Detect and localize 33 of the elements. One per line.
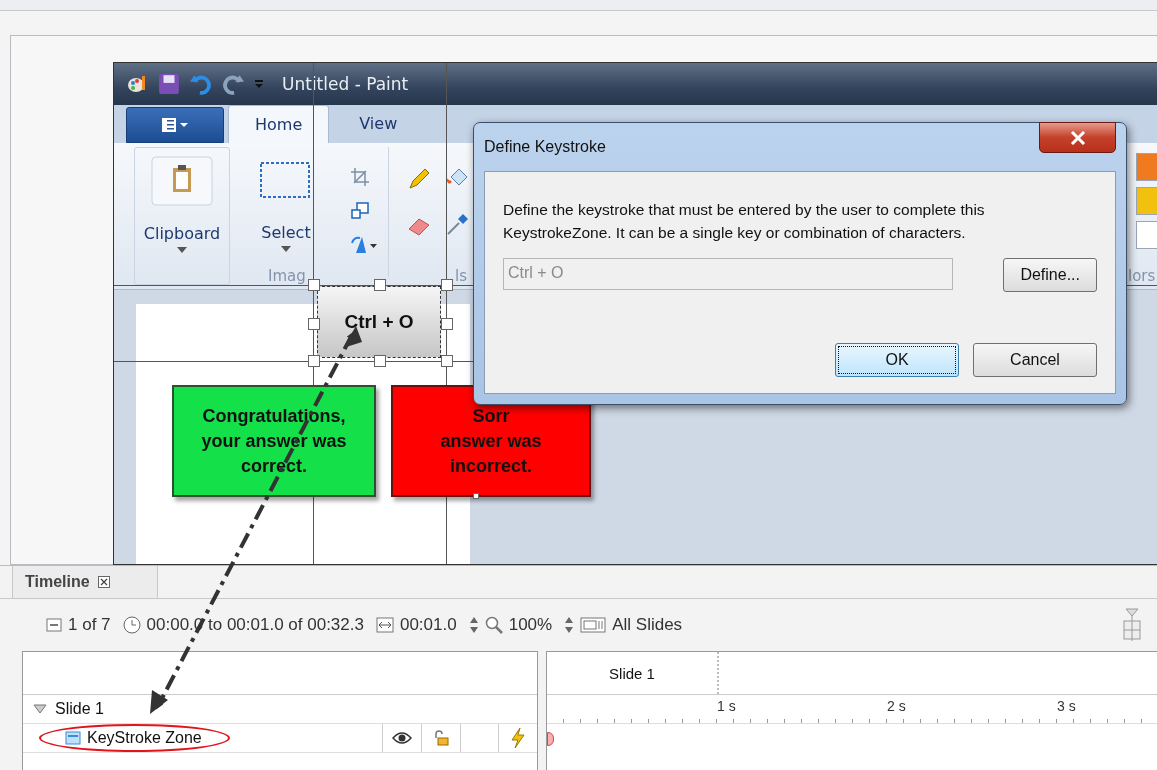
duration-value: 00:01.0 [399,615,457,635]
ribbon-group-button[interactable]: Clipboard [143,223,221,243]
feedback-text: answer was [440,429,542,453]
dialog-title: Define Keystroke [484,138,606,156]
tree-item[interactable]: KeyStroke Zone [39,724,230,752]
tree-label: Slide 1 [55,700,104,718]
ribbon-group-button[interactable]: Select [261,222,311,242]
panel-tab[interactable]: Timeline [12,566,158,598]
group-caption: ls [455,266,467,285]
group-caption: Imag [268,266,306,285]
define-button[interactable]: Define... [1003,258,1097,292]
panel-title: Timeline [25,573,90,591]
ruler-label: 1 s [717,698,736,714]
ribbon-tab[interactable]: Home [228,104,330,143]
ribbon-tab[interactable]: View [333,104,424,143]
ruler-label: 2 s [887,698,906,714]
tree-label: KeyStroke Zone [87,729,202,747]
keystroke-zone-button[interactable]: Ctrl + O [317,286,441,358]
ruler-label: 3 s [1057,698,1076,714]
feedback-text: incorrect. [450,454,532,478]
feedback-text: your answer was [201,429,347,453]
zoom-value: 100% [508,615,553,635]
group-caption: lors [1128,266,1156,285]
feedback-text: Sorr [472,404,510,428]
scope-label[interactable]: All Slides [612,615,683,635]
slide-count: 1 of 7 [68,615,111,635]
window-title: Untitled - Paint [282,73,409,94]
feedback-text: Congratulations, [202,404,346,428]
dialog-button[interactable]: Cancel [973,343,1097,377]
feedback-text: correct. [240,454,307,478]
dialog-button[interactable]: OK [835,343,959,377]
dialog-message: Define the keystroke that must be entered by the user to complete this KeystrokeZone. It can be a single key or combination of characters. [503,200,986,243]
slide-header: Slide 1 [547,652,719,694]
